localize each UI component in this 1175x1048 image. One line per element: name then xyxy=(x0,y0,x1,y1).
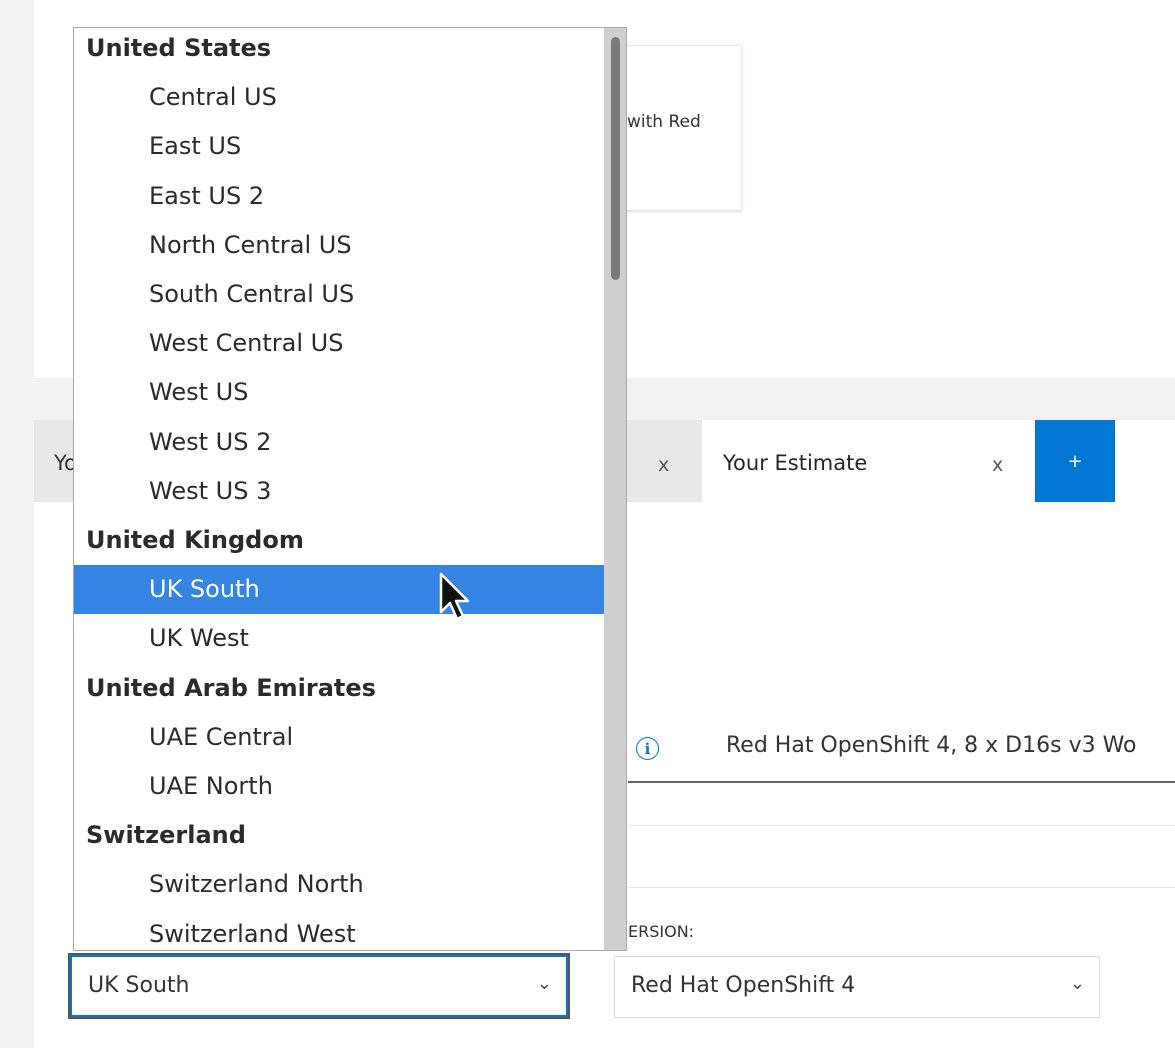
dropdown-option[interactable]: Central US xyxy=(74,73,606,122)
mouse-cursor-icon xyxy=(439,572,470,621)
description-underline xyxy=(628,781,1175,783)
dropdown-option[interactable]: East US xyxy=(74,122,606,171)
product-card[interactable]: with Red xyxy=(624,45,742,211)
dropdown-option[interactable]: Switzerland West xyxy=(74,910,606,950)
dropdown-group-header: United Kingdom xyxy=(86,526,304,554)
dropdown-option[interactable]: North Central US xyxy=(74,221,606,270)
tab-close-button[interactable]: x xyxy=(658,454,669,476)
chevron-down-icon: ⌄ xyxy=(1069,973,1085,994)
divider xyxy=(628,887,1175,888)
tab-estimate-2[interactable]: Your Estimate x xyxy=(702,420,1035,502)
dropdown-option[interactable]: West US 2 xyxy=(74,418,606,467)
dropdown-option[interactable]: UAE North xyxy=(74,762,606,811)
add-tab-button[interactable]: + xyxy=(1035,420,1115,502)
product-card-text: with Red xyxy=(627,112,701,132)
dropdown-option[interactable]: West US xyxy=(74,368,606,417)
service-description: Red Hat OpenShift 4, 8 x D16s v3 Wo xyxy=(726,733,1137,758)
version-select-value: Red Hat OpenShift 4 xyxy=(631,973,856,998)
divider xyxy=(628,825,1175,826)
dropdown-option[interactable]: West US 3 xyxy=(74,467,606,516)
region-select-value: UK South xyxy=(88,973,190,998)
version-label: ERSION: xyxy=(628,922,695,941)
dropdown-option[interactable]: South Central US xyxy=(74,270,606,319)
region-select[interactable]: UK South ⌄ xyxy=(68,953,570,1019)
scrollbar[interactable] xyxy=(604,28,626,950)
chevron-down-icon: ⌄ xyxy=(536,973,552,994)
info-icon[interactable]: i xyxy=(636,737,659,760)
version-select[interactable]: Red Hat OpenShift 4 ⌄ xyxy=(614,956,1100,1018)
scrollbar-thumb[interactable] xyxy=(611,37,620,280)
dropdown-option[interactable]: Switzerland North xyxy=(74,860,606,909)
tab-label: Your Estimate xyxy=(723,451,868,475)
dropdown-group-header: United States xyxy=(86,34,272,62)
tab-close-button[interactable]: x xyxy=(992,454,1003,476)
dropdown-group-header: Switzerland xyxy=(86,821,246,850)
dropdown-option[interactable]: UK West xyxy=(74,614,606,663)
dropdown-option[interactable]: UK South xyxy=(74,565,606,615)
region-dropdown-list[interactable]: Switzerland West Switzerland North Switzer… xyxy=(73,27,627,951)
dropdown-option[interactable]: West Central US xyxy=(74,319,606,368)
dropdown-option[interactable]: UAE Central xyxy=(74,713,606,762)
dropdown-option[interactable]: East US 2 xyxy=(74,172,606,221)
dropdown-group-header: United Arab Emirates xyxy=(86,673,376,702)
